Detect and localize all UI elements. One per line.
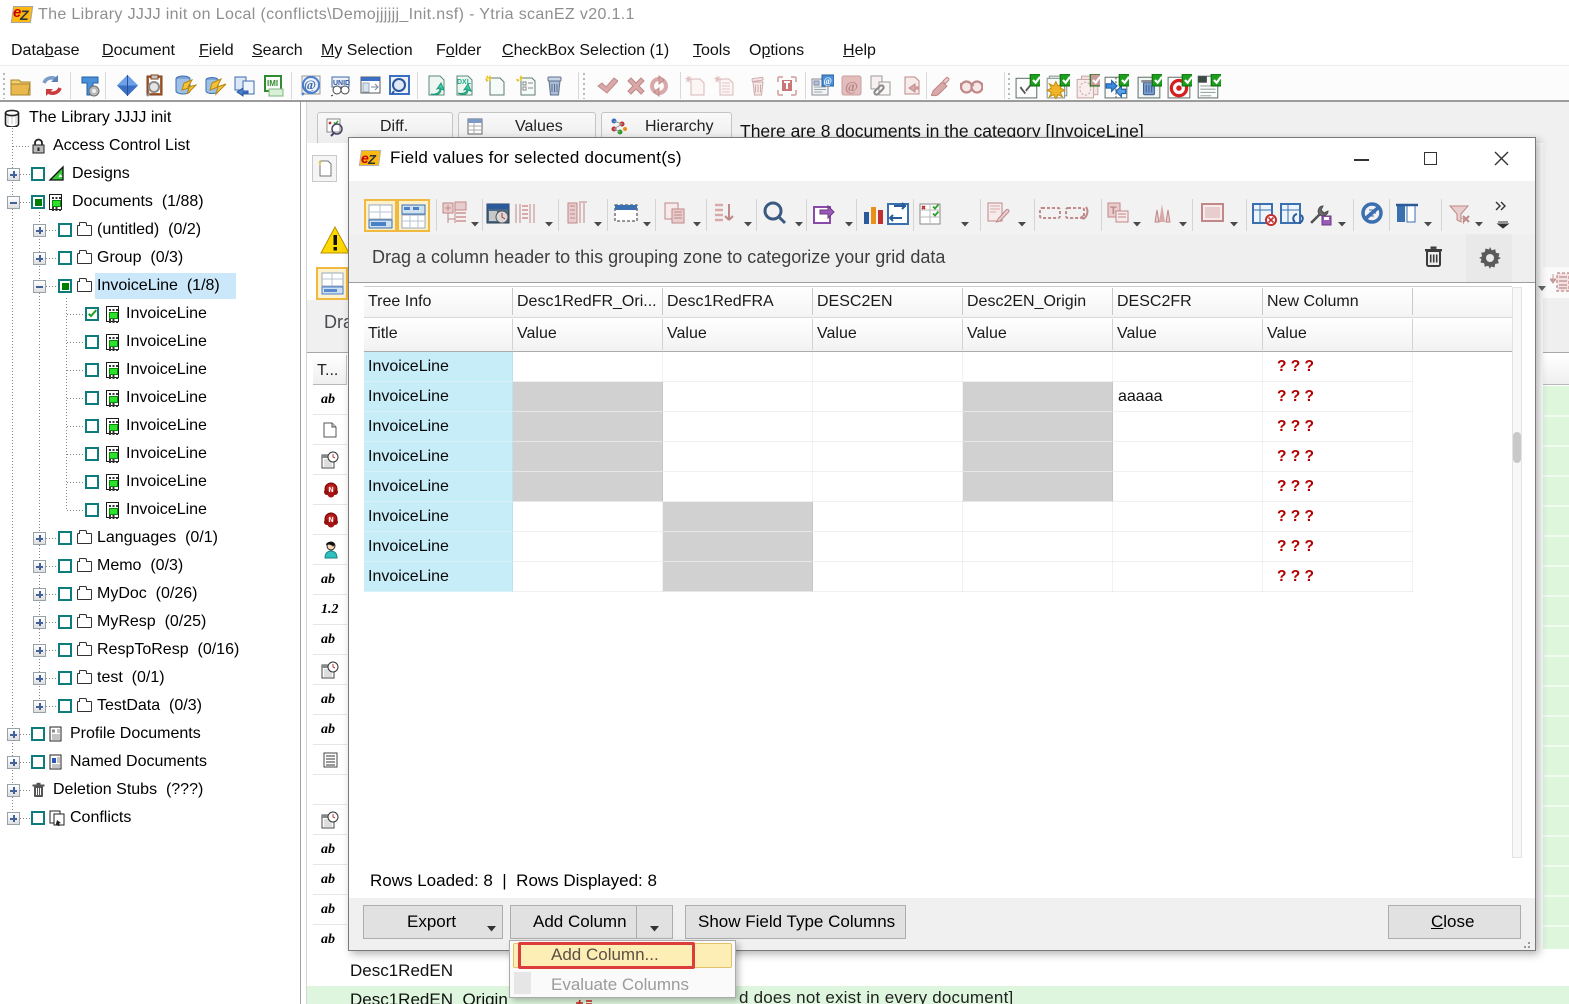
svg-text:N: N	[329, 517, 334, 524]
svg-text:@: @	[824, 76, 832, 86]
svg-text:T: T	[1461, 217, 1466, 226]
svg-text:@: @	[845, 80, 858, 95]
svg-text:DXL: DXL	[457, 79, 472, 86]
svg-text:IMI: IMI	[267, 79, 278, 88]
svg-text:N: N	[329, 487, 334, 494]
